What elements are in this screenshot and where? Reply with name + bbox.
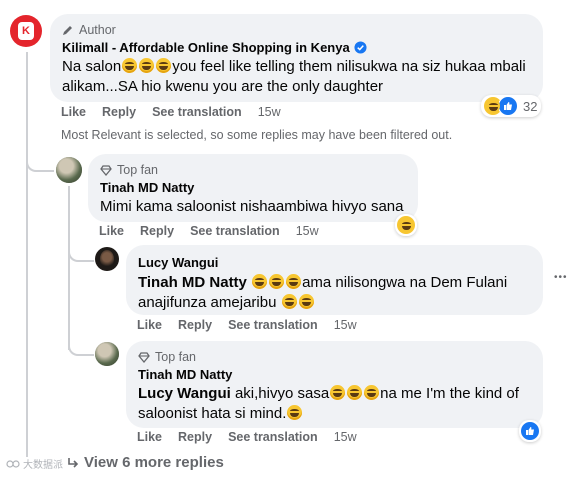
avatar[interactable] (95, 342, 119, 366)
like-button[interactable]: Like (61, 105, 86, 119)
laughing-emoji-icon (281, 294, 297, 309)
laughing-emoji-icon (122, 58, 138, 73)
comment-text: Na salon you feel like telling them nilis… (62, 58, 526, 95)
see-translation-link[interactable]: See translation (152, 105, 242, 119)
comment-bubble: Top fan Tinah MD Natty Lucy Wangui aki,h… (126, 341, 543, 428)
avatar-image (95, 342, 119, 366)
see-translation-link[interactable]: See translation (190, 224, 280, 238)
like-reaction-icon (498, 96, 518, 116)
avatar[interactable] (56, 157, 82, 183)
comment-actions: Like Reply See translation 15w (99, 224, 335, 238)
verified-badge-icon (354, 41, 367, 54)
comment-text: Tinah MD Natty ama nilisongwa na Dem Ful… (138, 274, 508, 311)
reply-button[interactable]: Reply (178, 430, 212, 444)
comment-bubble: Author Kilimall - Affordable Online Shop… (50, 14, 543, 102)
like-button[interactable]: Like (137, 318, 162, 332)
reaction-summary[interactable] (395, 214, 417, 236)
kilimall-logo-icon: K (18, 22, 34, 40)
avatar[interactable]: K (10, 15, 42, 47)
like-button[interactable]: Like (99, 224, 124, 238)
top-fan-badge: Top fan (138, 349, 531, 365)
comment-bubble: Top fan Tinah MD Natty Mimi kama salooni… (88, 154, 418, 222)
laughing-emoji-icon (269, 274, 285, 289)
commenter-name[interactable]: Tinah MD Natty (100, 180, 406, 195)
reply-button[interactable]: Reply (140, 224, 174, 238)
comment-actions: Like Reply See translation 15w (137, 430, 373, 444)
comment-text: Lucy Wangui aki,hivyo sasa na me I'm the … (138, 385, 519, 422)
mention-link[interactable]: Tinah MD Natty (138, 274, 247, 291)
thread-line-reply (68, 186, 70, 350)
author-badge: Author (62, 22, 531, 38)
laughing-emoji-icon (399, 218, 413, 232)
laughing-emoji-icon (139, 58, 155, 73)
watermark-logo-icon (6, 459, 20, 468)
comment-actions: Like Reply See translation 15w (137, 318, 373, 332)
timestamp[interactable]: 15w (296, 224, 319, 238)
laughing-emoji-icon (298, 294, 314, 309)
commenter-name[interactable]: Tinah MD Natty (138, 367, 531, 382)
see-translation-link[interactable]: See translation (228, 318, 318, 332)
more-options-button[interactable]: ••• (554, 272, 568, 283)
reply-button[interactable]: Reply (102, 105, 136, 119)
avatar-image (100, 250, 114, 268)
reply-button[interactable]: Reply (178, 318, 212, 332)
pencil-icon (63, 26, 72, 35)
avatar[interactable] (95, 247, 119, 271)
thread-connector (26, 150, 54, 172)
commenter-name[interactable]: Kilimall - Affordable Online Shopping in… (62, 40, 531, 55)
timestamp[interactable]: 15w (258, 105, 281, 119)
laughing-emoji-icon (330, 385, 346, 400)
reaction-count: 32 (523, 98, 538, 114)
diamond-icon (138, 351, 150, 363)
view-more-replies-button[interactable]: View 6 more replies (67, 454, 224, 471)
comment-actions: Like Reply See translation 15w (61, 105, 297, 119)
laughing-emoji-icon (286, 274, 302, 289)
laughing-emoji-icon (252, 274, 268, 289)
timestamp[interactable]: 15w (334, 430, 357, 444)
watermark: 大数据派 (6, 456, 63, 471)
see-translation-link[interactable]: See translation (228, 430, 318, 444)
laughing-emoji-icon (156, 58, 172, 73)
reply-arrow-icon (68, 457, 79, 468)
cool-sunglasses-emoji-icon (287, 405, 303, 420)
reaction-summary[interactable] (519, 420, 541, 442)
like-button[interactable]: Like (137, 430, 162, 444)
thumbs-up-icon (526, 427, 534, 435)
filter-notice: Most Relevant is selected, so some repli… (61, 128, 453, 142)
comment-text: Mimi kama saloonist nishaambiwa hivyo sa… (100, 198, 404, 215)
timestamp[interactable]: 15w (334, 318, 357, 332)
comment-bubble: Lucy Wangui Tinah MD Natty ama nilisongw… (126, 245, 543, 315)
like-reaction-icon (520, 421, 540, 441)
mention-link[interactable]: Lucy Wangui (138, 385, 231, 402)
laughing-emoji-icon (347, 385, 363, 400)
thread-line-main (26, 52, 28, 457)
thread-connector (68, 240, 94, 262)
commenter-name[interactable]: Lucy Wangui (138, 255, 531, 270)
laughing-emoji-icon (364, 385, 380, 400)
haha-reaction-icon (396, 215, 416, 235)
thread-connector (68, 334, 94, 356)
laughing-emoji-icon (486, 99, 500, 113)
thumbs-up-icon (504, 102, 512, 110)
avatar-image (56, 157, 82, 183)
reaction-summary[interactable]: 32 (481, 95, 542, 117)
top-fan-badge: Top fan (100, 162, 406, 178)
diamond-icon (100, 164, 112, 176)
